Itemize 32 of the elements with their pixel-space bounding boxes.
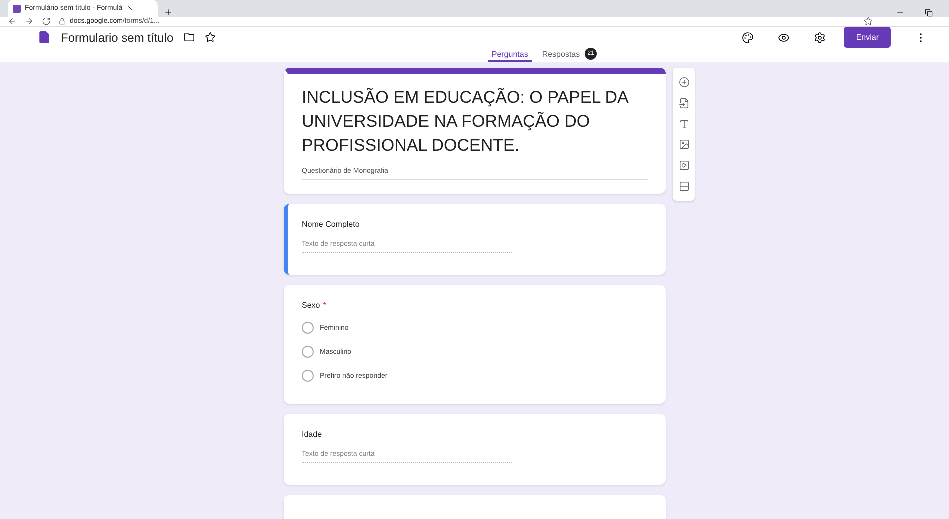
section-icon[interactable] [678,181,690,192]
forward-icon[interactable] [25,17,34,26]
document-title: Formulario sem título [61,30,174,44]
import-icon[interactable] [678,98,690,109]
close-icon[interactable] [126,5,134,12]
form-title: INCLUSÃO EM EDUCAÇÃO: O PAPEL DA UNIVERSIDADE NA FORMAÇÃO DO PROFISSIONAL DOCENTE. [302,87,630,157]
question-title: Idade [302,430,324,439]
restore-icon[interactable] [925,9,933,17]
settings-icon[interactable] [814,32,826,44]
star-icon[interactable] [864,17,873,26]
back-icon[interactable] [8,17,17,26]
question-title: Sexo [302,301,320,310]
video-icon[interactable] [678,160,690,172]
title-icon[interactable] [678,118,690,130]
document-icon [38,31,51,44]
question-title: Nome Completo [302,220,361,229]
add-question-icon[interactable] [678,76,690,88]
radio-button[interactable] [302,346,314,358]
radio-button[interactable] [302,370,314,382]
star-icon[interactable] [204,32,216,43]
plus-icon[interactable] [164,8,173,17]
folder-icon[interactable] [184,32,195,43]
image-icon[interactable] [678,139,690,150]
send-button[interactable]: Enviar [844,27,891,48]
tab[interactable]: Perguntas [488,48,532,62]
eye-icon[interactable] [778,32,790,44]
forms-icon [13,4,21,12]
required-mark: * [323,301,326,310]
reload-icon[interactable] [42,17,51,26]
palette-icon[interactable] [742,32,754,44]
radio-button[interactable] [302,322,314,334]
lock-icon [59,18,66,25]
